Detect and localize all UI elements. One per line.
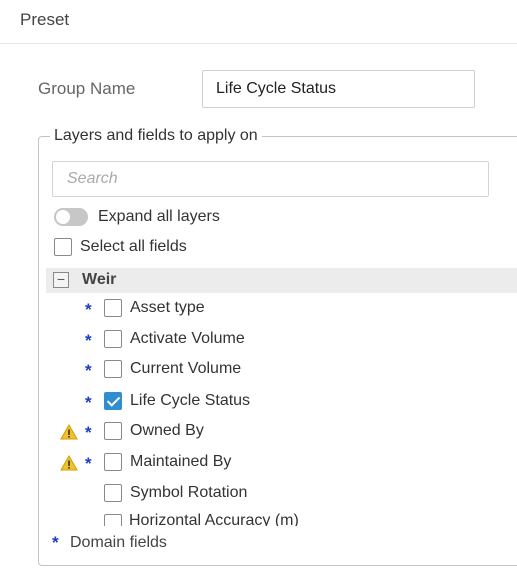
field-checkbox[interactable] [104, 514, 122, 526]
field-checkbox[interactable] [104, 453, 122, 471]
toggle-knob [56, 210, 70, 224]
preset-title: Preset [20, 10, 70, 29]
field-label: Owned By [130, 422, 204, 439]
warning-triangle-icon [60, 424, 78, 440]
domain-star-icon: * [52, 533, 59, 552]
search-input[interactable] [52, 161, 489, 197]
select-all-label: Select all fields [80, 238, 187, 255]
field-label: Maintained By [130, 453, 232, 470]
field-label: Symbol Rotation [130, 484, 248, 501]
field-checkbox[interactable] [104, 360, 122, 378]
domain-star-icon: * [85, 454, 92, 473]
domain-star-icon: * [85, 361, 92, 380]
domain-star-icon: * [85, 393, 92, 412]
field-row-clipped[interactable]: Horizontal Accuracy (m) [40, 512, 517, 526]
field-label: Activate Volume [130, 330, 245, 347]
preset-header: Preset [0, 0, 517, 44]
domain-star-icon: * [85, 423, 92, 442]
layers-legend: Layers and fields to apply on [50, 127, 262, 145]
domain-fields-legend: Domain fields [70, 534, 167, 551]
field-checkbox[interactable] [104, 422, 122, 440]
domain-star-icon: * [85, 300, 92, 319]
field-label: Life Cycle Status [130, 392, 251, 409]
domain-star-icon: * [85, 331, 92, 350]
field-checkbox[interactable] [104, 330, 122, 348]
field-label: Horizontal Accuracy (m) [129, 512, 299, 526]
group-name-label: Group Name [38, 79, 136, 98]
layer-name: Weir [82, 271, 117, 288]
expand-all-label: Expand all layers [98, 208, 220, 225]
collapse-minus-icon[interactable]: − [53, 272, 69, 288]
field-checkbox-checked[interactable] [104, 392, 122, 410]
expand-all-toggle[interactable] [54, 208, 88, 226]
field-label: Current Volume [130, 360, 242, 377]
layer-row-weir[interactable] [46, 268, 517, 293]
field-label: Asset type [130, 299, 205, 316]
warning-triangle-icon [60, 455, 78, 471]
field-checkbox[interactable] [104, 299, 122, 317]
select-all-checkbox[interactable] [54, 238, 72, 256]
group-name-input[interactable] [202, 70, 475, 108]
field-checkbox[interactable] [104, 484, 122, 502]
